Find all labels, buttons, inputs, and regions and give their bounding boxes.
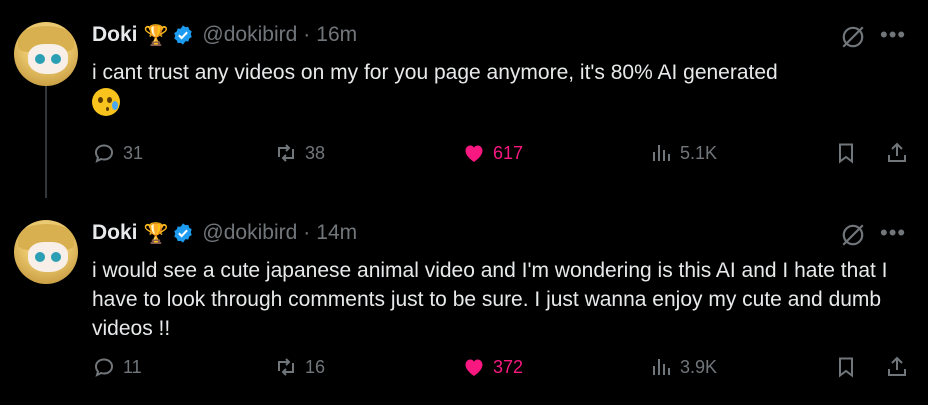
author-name[interactable]: Doki bbox=[92, 221, 138, 245]
tweet-body: i would see a cute japanese animal video… bbox=[92, 259, 888, 340]
like-count: 372 bbox=[493, 356, 524, 377]
tweet-body: i cant trust any videos on my for you pa… bbox=[92, 61, 778, 84]
bookmark-button[interactable] bbox=[834, 352, 858, 382]
view-count: 5.1K bbox=[680, 142, 718, 163]
tweet-header: Doki 🏆 @dokibird · 14m bbox=[92, 220, 357, 246]
bookmark-icon bbox=[839, 357, 853, 378]
timestamp[interactable]: 14m bbox=[316, 221, 357, 245]
grok-icon[interactable] bbox=[840, 222, 866, 248]
repost-button[interactable]: 38 bbox=[274, 138, 325, 168]
share-icon bbox=[888, 142, 906, 162]
reply-icon bbox=[94, 358, 114, 377]
author-name[interactable]: Doki bbox=[92, 23, 138, 47]
action-bar: 31 38 617 5.1K bbox=[92, 138, 912, 168]
more-options-icon[interactable]: ••• bbox=[880, 24, 906, 50]
repost-count: 16 bbox=[305, 356, 326, 377]
like-button[interactable]: 617 bbox=[462, 138, 523, 168]
repost-icon bbox=[278, 358, 294, 376]
verified-badge-icon[interactable] bbox=[172, 222, 194, 244]
bookmark-icon bbox=[839, 143, 853, 164]
separator-dot: · bbox=[303, 23, 311, 46]
tweet[interactable]: Doki 🏆 @dokibird · 14m ••• i would see a… bbox=[0, 198, 928, 405]
avatar[interactable] bbox=[14, 220, 78, 284]
tweet-text: i cant trust any videos on my for you pa… bbox=[92, 58, 912, 117]
more-options-icon[interactable]: ••• bbox=[880, 222, 906, 248]
avatar[interactable] bbox=[14, 22, 78, 86]
reply-count: 31 bbox=[123, 142, 144, 163]
reply-icon bbox=[94, 144, 114, 163]
reply-button[interactable]: 31 bbox=[92, 138, 143, 168]
tweet-text: i would see a cute japanese animal video… bbox=[92, 256, 912, 343]
share-button[interactable] bbox=[885, 352, 909, 382]
verified-badge-icon[interactable] bbox=[172, 24, 194, 46]
views-button[interactable]: 5.1K bbox=[649, 138, 717, 168]
face-holding-back-tears-icon bbox=[92, 88, 120, 117]
heart-icon bbox=[465, 359, 483, 376]
views-button[interactable]: 3.9K bbox=[649, 352, 717, 382]
author-handle[interactable]: @dokibird bbox=[202, 221, 297, 245]
grok-icon[interactable] bbox=[840, 24, 866, 50]
trophy-icon: 🏆 bbox=[143, 222, 169, 245]
analytics-icon bbox=[653, 359, 670, 375]
reply-count: 11 bbox=[123, 356, 142, 377]
reply-button[interactable]: 11 bbox=[92, 352, 142, 382]
timestamp[interactable]: 16m bbox=[316, 23, 357, 47]
heart-icon bbox=[465, 145, 483, 162]
bookmark-button[interactable] bbox=[834, 138, 858, 168]
tweet-header: Doki 🏆 @dokibird · 16m bbox=[92, 22, 357, 48]
view-count: 3.9K bbox=[680, 356, 718, 377]
analytics-icon bbox=[653, 145, 670, 161]
trophy-icon: 🏆 bbox=[143, 24, 169, 47]
share-icon bbox=[888, 356, 906, 376]
action-bar: 11 16 372 3.9K bbox=[92, 352, 912, 382]
share-button[interactable] bbox=[885, 138, 909, 168]
separator-dot: · bbox=[303, 221, 311, 244]
like-count: 617 bbox=[493, 142, 524, 163]
tweet[interactable]: Doki 🏆 @dokibird · 16m ••• i cant trust … bbox=[0, 0, 928, 195]
repost-count: 38 bbox=[305, 142, 326, 163]
repost-button[interactable]: 16 bbox=[274, 352, 325, 382]
author-handle[interactable]: @dokibird bbox=[202, 23, 297, 47]
like-button[interactable]: 372 bbox=[462, 352, 523, 382]
repost-icon bbox=[278, 144, 294, 162]
